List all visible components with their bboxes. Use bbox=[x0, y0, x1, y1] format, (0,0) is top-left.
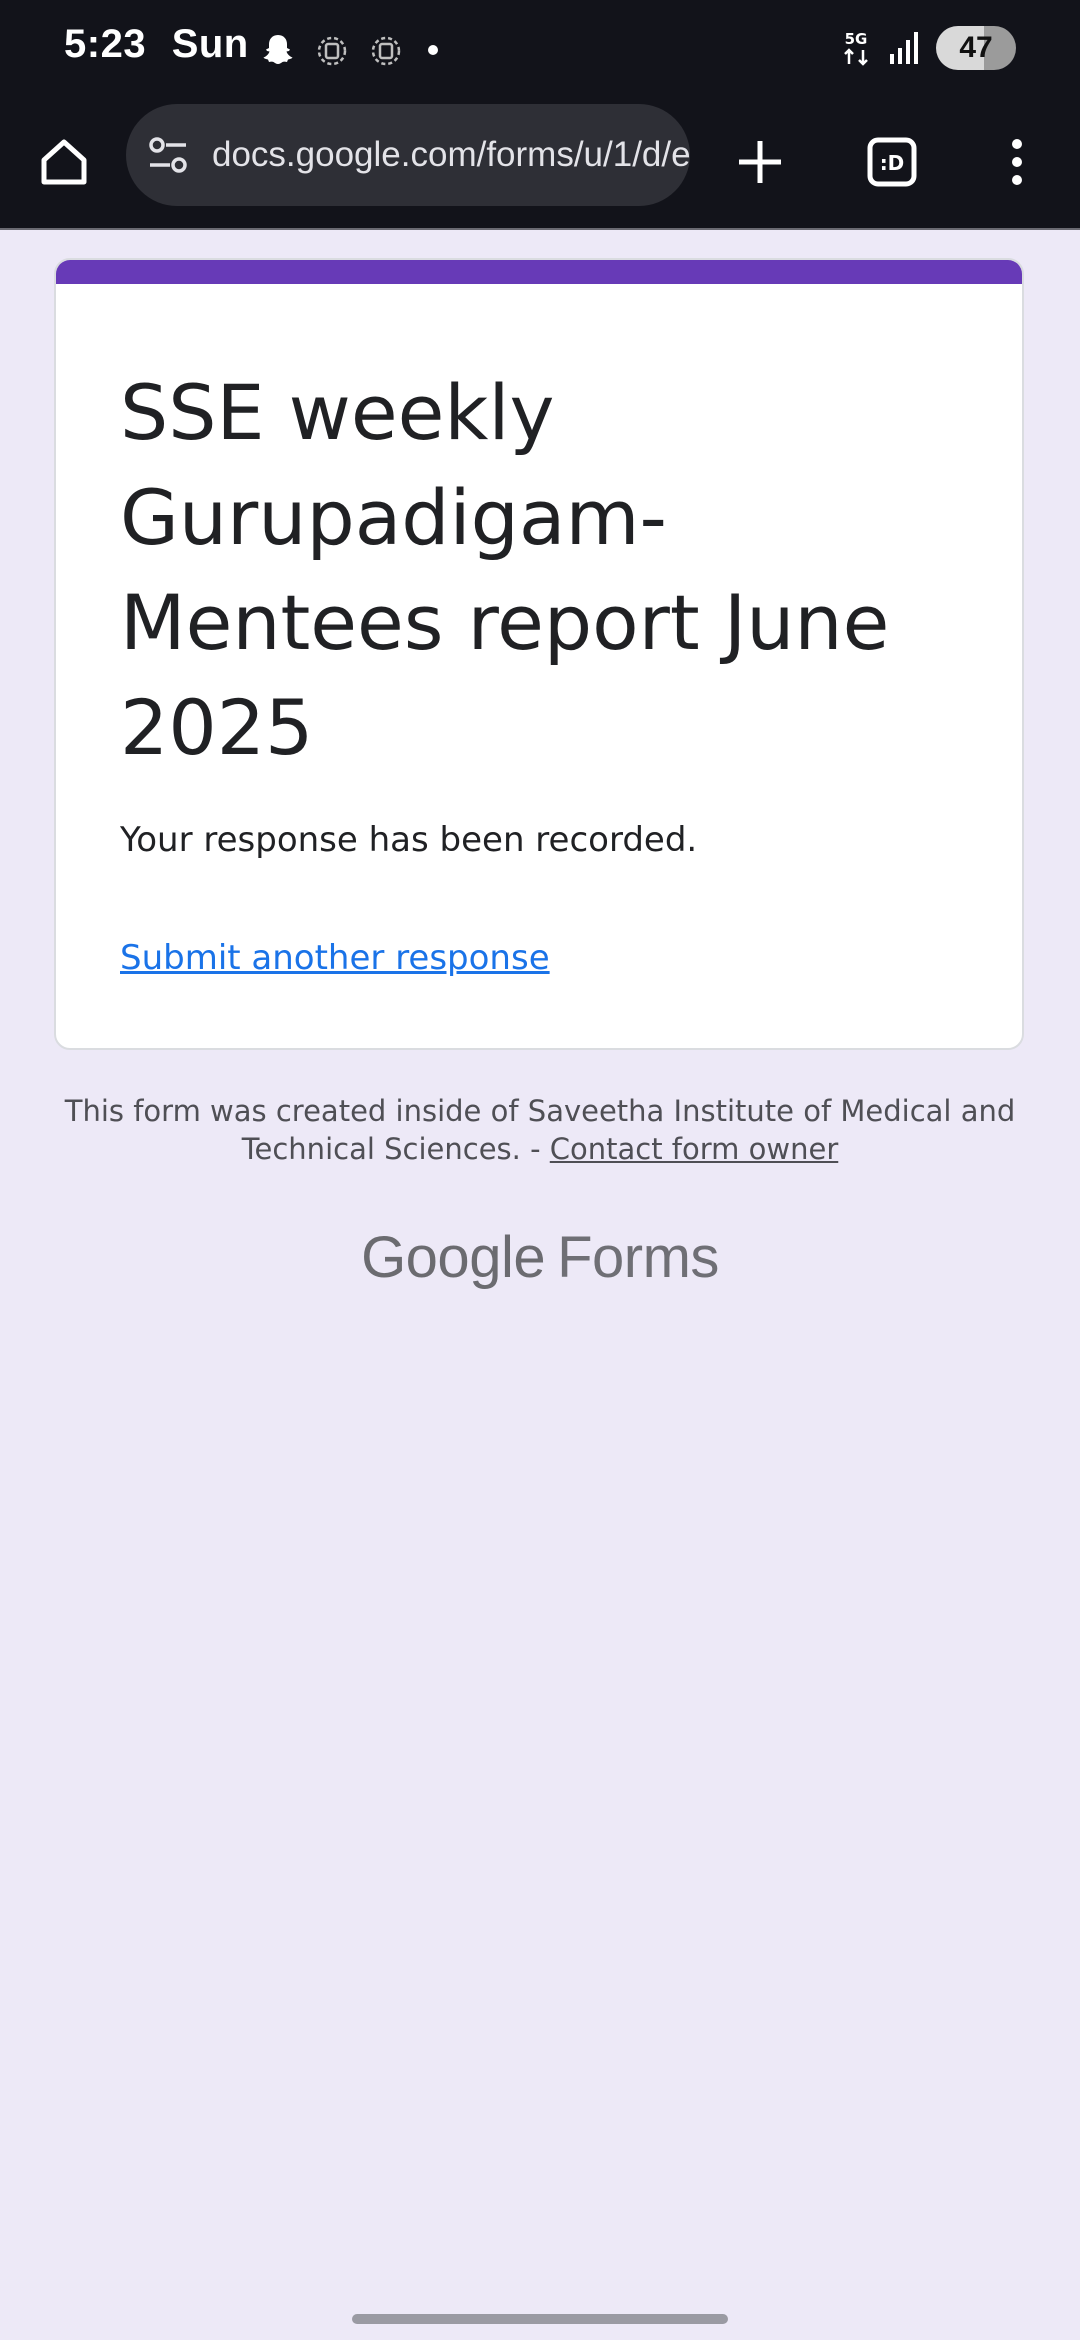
gesture-navigation-bar[interactable] bbox=[352, 2314, 728, 2324]
google-logo-text: Google bbox=[361, 1225, 546, 1290]
more-options-button[interactable] bbox=[975, 120, 1059, 204]
form-footer: This form was created inside of Saveetha… bbox=[60, 1092, 1020, 1168]
app-icon bbox=[317, 36, 347, 66]
clock-time: 5:23 bbox=[64, 22, 147, 66]
google-forms-logo[interactable]: Google Forms bbox=[0, 1224, 1080, 1291]
network-5g-icon: 5G bbox=[844, 30, 868, 66]
battery-indicator: 47 bbox=[936, 26, 1016, 70]
network-label: 5G bbox=[845, 30, 868, 48]
clock-day: Sun bbox=[171, 22, 249, 66]
footer-created-text: This form was created inside of Saveetha… bbox=[64, 1094, 1016, 1166]
plus-icon bbox=[739, 141, 781, 183]
status-system-icons: 5G 47 bbox=[838, 26, 1016, 70]
app-icon bbox=[371, 36, 401, 66]
form-title: SSE weekly Gurupadigam-Mentees report Ju… bbox=[120, 368, 890, 772]
url-text[interactable]: docs.google.com/forms/u/1/d/e bbox=[212, 135, 690, 175]
forms-logo-text: Forms bbox=[557, 1225, 719, 1290]
address-bar[interactable]: docs.google.com/forms/u/1/d/e bbox=[126, 104, 690, 206]
form-card: SSE weekly Gurupadigam-Mentees report Ju… bbox=[54, 258, 1024, 1050]
snapchat-icon bbox=[263, 35, 293, 64]
tab-switcher-label: :D bbox=[880, 151, 905, 175]
tune-icon[interactable] bbox=[146, 133, 190, 177]
contact-form-owner-link[interactable]: Contact form owner bbox=[550, 1132, 839, 1166]
tab-switcher-button[interactable]: :D bbox=[850, 120, 934, 204]
confirmation-message: Your response has been recorded. bbox=[120, 820, 698, 860]
more-vert-icon bbox=[1012, 139, 1022, 185]
home-button[interactable] bbox=[22, 120, 106, 204]
signal-icon bbox=[890, 32, 918, 64]
notification-icons bbox=[258, 30, 438, 70]
form-accent-bar bbox=[56, 260, 1022, 284]
new-tab-button[interactable] bbox=[718, 120, 802, 204]
home-icon bbox=[41, 139, 87, 185]
status-bar: 5:23 Sun 5G 47 bbox=[0, 0, 1080, 98]
battery-level: 47 bbox=[959, 31, 993, 64]
status-time: 5:23 Sun bbox=[64, 22, 249, 67]
submit-another-response-link[interactable]: Submit another response bbox=[120, 938, 550, 978]
tab-switcher-icon: :D bbox=[867, 137, 917, 187]
more-notifications-dot bbox=[428, 45, 438, 55]
